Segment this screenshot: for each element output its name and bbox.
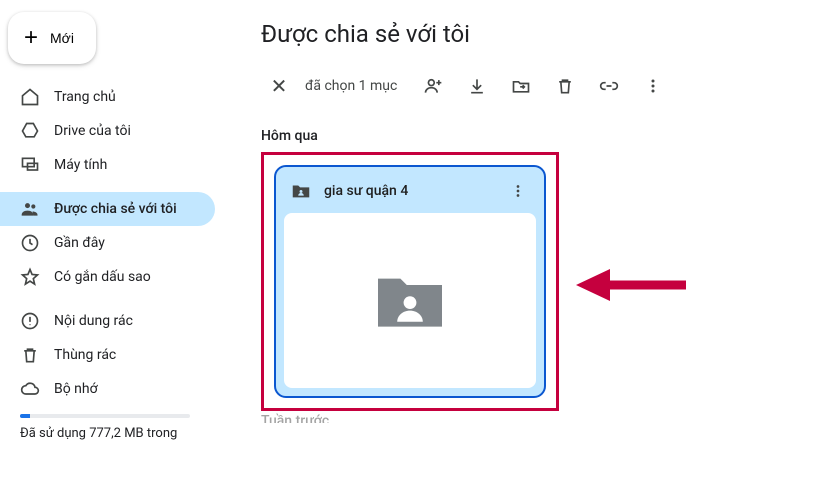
link-icon — [599, 76, 619, 96]
more-vert-icon — [643, 76, 663, 96]
sidebar-item-shared[interactable]: Được chia sẻ với tôi — [0, 192, 215, 226]
clock-icon — [20, 233, 40, 253]
home-icon — [20, 87, 40, 107]
folder-move-icon — [511, 76, 531, 96]
cloud-icon — [20, 379, 40, 399]
sidebar-item-label: Có gắn dấu sao — [54, 269, 151, 285]
clear-selection-button[interactable]: ✕ — [261, 68, 297, 104]
sidebar-item-home[interactable]: Trang chủ — [0, 80, 215, 114]
plus-icon: + — [24, 26, 38, 50]
folder-preview — [284, 213, 536, 388]
shared-folder-icon — [290, 180, 312, 202]
selection-count: đã chọn 1 mục — [305, 78, 397, 94]
sidebar-item-label: Trang chủ — [54, 89, 116, 105]
sidebar-item-label: Được chia sẻ với tôi — [54, 201, 177, 217]
storage-info — [0, 406, 225, 422]
share-button[interactable] — [413, 66, 453, 106]
sidebar-item-computers[interactable]: Máy tính — [0, 148, 215, 182]
sidebar-item-spam[interactable]: Nội dung rác — [0, 304, 215, 338]
download-button[interactable] — [457, 66, 497, 106]
sidebar-item-label: Máy tính — [54, 157, 107, 173]
section-lastweek: Tuần trước — [261, 413, 816, 423]
delete-button[interactable] — [545, 66, 585, 106]
folder-header: gia sư quận 4 — [276, 167, 544, 213]
folder-title: gia sư quận 4 — [324, 183, 408, 199]
sidebar: + Mới Trang chủ Drive của tôi Máy tính Đ… — [0, 0, 225, 500]
main-content: Được chia sẻ với tôi ✕ đã chọn 1 mục — [225, 0, 840, 500]
page-title: Được chia sẻ với tôi — [261, 20, 816, 48]
sidebar-item-mydrive[interactable]: Drive của tôi — [0, 114, 215, 148]
sidebar-item-starred[interactable]: Có gắn dấu sao — [0, 260, 215, 294]
computer-icon — [20, 155, 40, 175]
move-button[interactable] — [501, 66, 541, 106]
person-add-icon — [423, 76, 443, 96]
trash-icon — [555, 76, 575, 96]
folder-card[interactable]: gia sư quận 4 — [274, 165, 546, 398]
more-vert-icon — [509, 182, 527, 200]
folder-more-button[interactable] — [504, 177, 532, 205]
sidebar-item-recent[interactable]: Gần đây — [0, 226, 215, 260]
sidebar-item-storage[interactable]: Bộ nhớ — [0, 372, 215, 406]
annotation-arrow — [576, 265, 686, 309]
annotation-highlight: gia sư quận 4 — [261, 152, 559, 411]
section-yesterday: Hôm qua — [261, 128, 816, 144]
sidebar-item-label: Thùng rác — [54, 347, 116, 363]
folder-large-icon — [370, 269, 450, 333]
sidebar-item-label: Bộ nhớ — [54, 381, 98, 397]
new-button-label: Mới — [50, 30, 74, 46]
close-icon: ✕ — [271, 74, 288, 98]
drive-icon — [20, 121, 40, 141]
nav-list: Trang chủ Drive của tôi Máy tính Được ch… — [0, 80, 225, 406]
star-icon — [20, 267, 40, 287]
new-button[interactable]: + Mới — [8, 12, 96, 64]
action-bar: ✕ đã chọn 1 mục — [261, 66, 816, 106]
storage-text: Đã sử dụng 777,2 MB trong — [0, 422, 225, 445]
sidebar-item-trash[interactable]: Thùng rác — [0, 338, 215, 372]
link-button[interactable] — [589, 66, 629, 106]
sidebar-item-label: Gần đây — [54, 235, 105, 251]
spam-icon — [20, 311, 40, 331]
storage-bar — [20, 414, 190, 418]
trash-icon — [20, 345, 40, 365]
more-actions-button[interactable] — [633, 66, 673, 106]
people-icon — [20, 199, 40, 219]
download-icon — [467, 76, 487, 96]
sidebar-item-label: Nội dung rác — [54, 313, 133, 329]
sidebar-item-label: Drive của tôi — [54, 123, 131, 139]
